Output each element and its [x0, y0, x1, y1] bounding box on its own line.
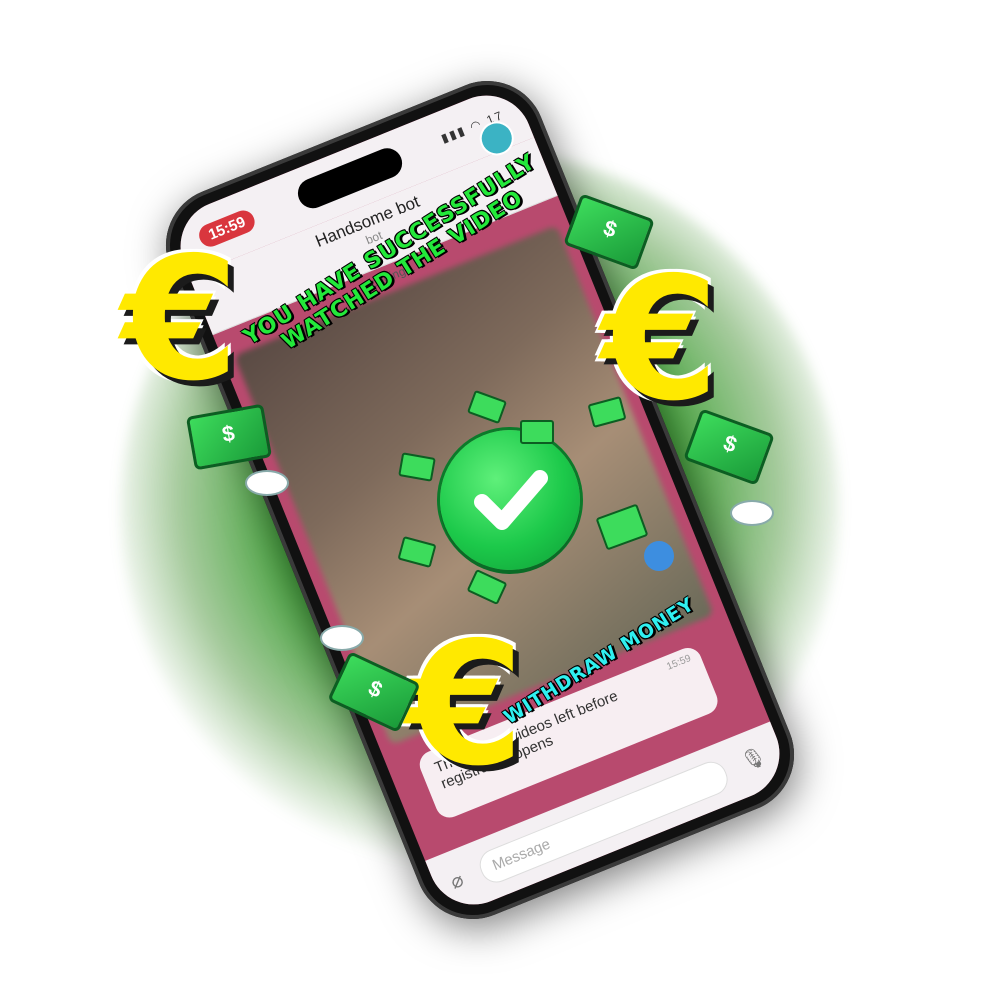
message-time: 15:59	[665, 653, 693, 673]
paperclip-icon[interactable]: ⌀	[447, 863, 476, 894]
checkmark-icon	[440, 430, 580, 570]
wing-icon	[320, 625, 364, 651]
signal-icon: ▮▮▮	[439, 122, 469, 146]
microphone-icon[interactable]: 🎙	[737, 743, 770, 778]
flying-money-icon	[520, 420, 554, 444]
wing-icon	[245, 470, 289, 496]
euro-coin-icon: €	[120, 221, 240, 419]
euro-coin-icon: €	[600, 241, 720, 439]
wing-icon	[730, 500, 774, 526]
check-glyph-icon	[474, 470, 548, 530]
